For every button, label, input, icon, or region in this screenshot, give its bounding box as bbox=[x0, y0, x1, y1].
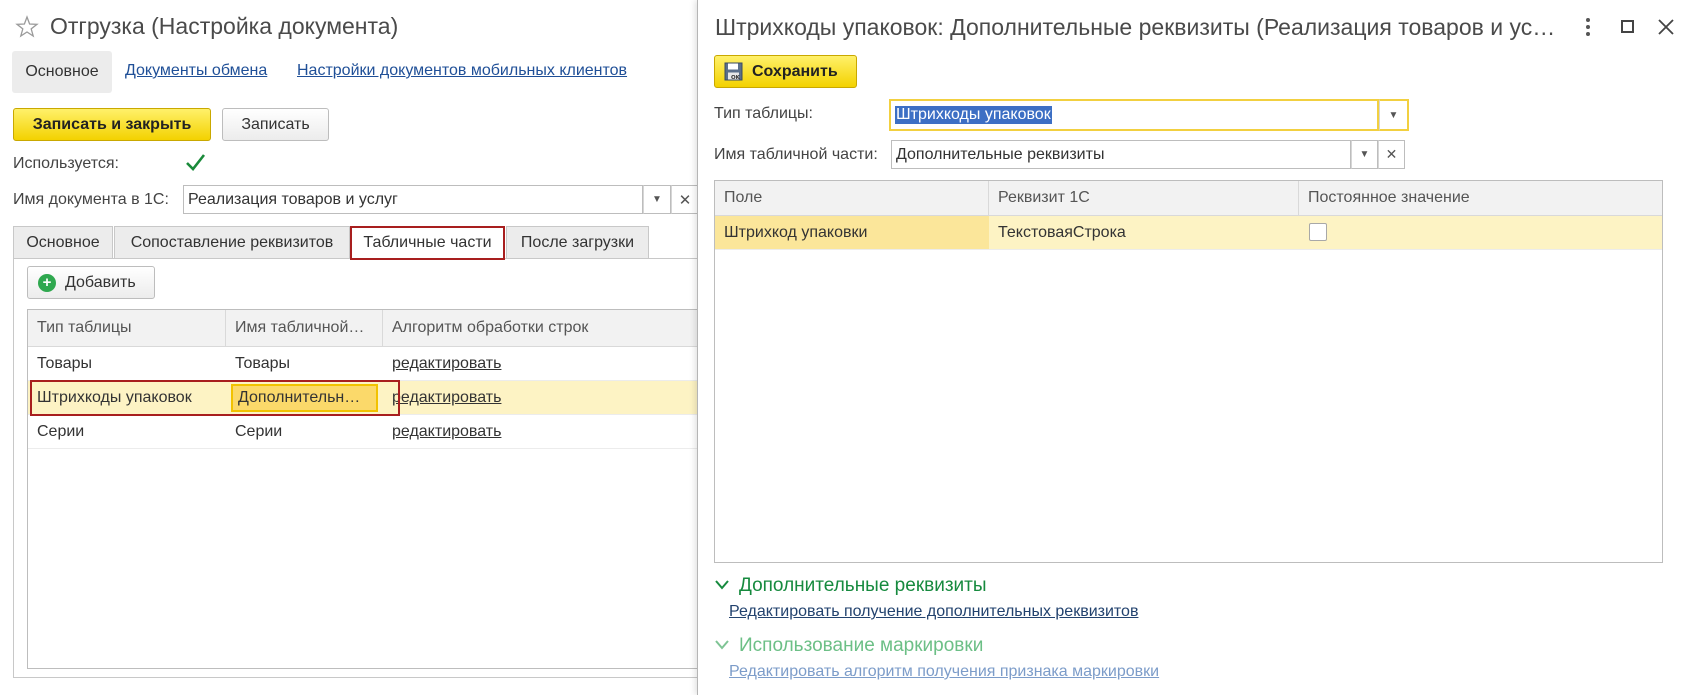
save-button[interactable]: Записать bbox=[222, 108, 329, 141]
edit-link[interactable]: редактировать bbox=[383, 381, 583, 414]
table-row[interactable]: Серии Серии редактировать bbox=[28, 415, 700, 449]
table-type-label: Тип таблицы: bbox=[714, 105, 813, 122]
grid-header: Тип таблицы Имя табличной… Алгоритм обра… bbox=[28, 310, 700, 347]
part-name-dropdown[interactable]: ▼ bbox=[1351, 140, 1378, 169]
edit-link[interactable]: редактировать bbox=[383, 347, 583, 380]
save-close-button[interactable]: Записать и закрыть bbox=[13, 108, 211, 141]
constant-checkbox[interactable] bbox=[1309, 223, 1327, 241]
star-icon[interactable] bbox=[15, 15, 39, 39]
col-constant[interactable]: Постоянное значение bbox=[1299, 181, 1662, 215]
add-button-label: Добавить bbox=[65, 273, 136, 291]
section-additional-title[interactable]: Дополнительные реквизиты bbox=[739, 575, 987, 597]
table-type-dropdown[interactable]: ▼ bbox=[1379, 99, 1409, 131]
chevron-down-icon[interactable] bbox=[715, 580, 729, 590]
fields-grid[interactable]: Поле Реквизит 1С Постоянное значение Штр… bbox=[714, 180, 1663, 563]
table-row[interactable]: Товары Товары редактировать bbox=[28, 347, 700, 381]
used-checkbox[interactable] bbox=[184, 152, 206, 172]
row-highlight bbox=[30, 380, 400, 416]
cell-name: Товары bbox=[235, 354, 291, 372]
part-name-input[interactable]: Дополнительные реквизиты bbox=[891, 140, 1351, 169]
chevron-down-icon: ▼ bbox=[1359, 149, 1370, 160]
col-table-type[interactable]: Тип таблицы bbox=[28, 310, 226, 346]
cell-name: Серии bbox=[235, 422, 283, 440]
chevron-down-icon: ▼ bbox=[652, 194, 662, 205]
left-form: Отгрузка (Настройка документа) Основное … bbox=[0, 0, 700, 695]
chevron-down-icon: ▼ bbox=[1388, 109, 1399, 121]
edit-additional-link[interactable]: Редактировать получение дополнительных р… bbox=[729, 603, 1138, 621]
nav-exchange-docs[interactable]: Документы обмена bbox=[125, 62, 267, 80]
close-icon: ✕ bbox=[1385, 146, 1398, 162]
tab-main[interactable]: Основное bbox=[13, 226, 113, 258]
col-part-name[interactable]: Имя табличной… bbox=[226, 310, 383, 346]
doc-name-label: Имя документа в 1С: bbox=[13, 191, 169, 208]
nav-mobile-settings[interactable]: Настройки документов мобильных клиентов bbox=[297, 62, 627, 80]
plus-icon: + bbox=[38, 273, 56, 292]
table-row[interactable]: Штрихкод упаковки ТекстоваяСтрока bbox=[715, 216, 1662, 250]
add-button[interactable]: + Добавить bbox=[27, 266, 155, 299]
col-field[interactable]: Поле bbox=[715, 181, 989, 215]
part-name-clear[interactable]: ✕ bbox=[1378, 140, 1405, 169]
doc-name-dropdown[interactable]: ▼ bbox=[643, 185, 671, 214]
more-icon[interactable] bbox=[1585, 18, 1591, 36]
grid-header: Поле Реквизит 1С Постоянное значение bbox=[715, 181, 1662, 216]
used-label: Используется: bbox=[13, 155, 119, 172]
cell-field: Штрихкод упаковки bbox=[715, 216, 989, 249]
table-parts-grid[interactable]: Тип таблицы Имя табличной… Алгоритм обра… bbox=[27, 309, 700, 669]
doc-name-input[interactable]: Реализация товаров и услуг bbox=[183, 185, 643, 214]
dialog: Штрихкоды упаковок: Дополнительные рекви… bbox=[697, 0, 1688, 695]
tab-table-parts[interactable]: Табличные части bbox=[350, 226, 505, 260]
table-type-selected-text: Штрихкоды упаковок bbox=[895, 106, 1052, 124]
edit-marking-link[interactable]: Редактировать алгоритм получения признак… bbox=[729, 663, 1159, 681]
cell-attribute: ТекстоваяСтрока bbox=[998, 223, 1126, 241]
form-title: Отгрузка (Настройка документа) bbox=[50, 13, 399, 39]
floppy-disk-icon: OK bbox=[724, 62, 743, 81]
cell-type: Товары bbox=[37, 354, 93, 372]
svg-text:OK: OK bbox=[731, 75, 741, 81]
close-icon[interactable] bbox=[1658, 19, 1674, 35]
doc-name-clear[interactable]: ✕ bbox=[671, 185, 699, 214]
tab-mapping[interactable]: Сопоставление реквизитов bbox=[114, 226, 350, 258]
table-type-input[interactable]: Штрихкоды упаковок bbox=[889, 99, 1379, 131]
dialog-save-label: Сохранить bbox=[752, 62, 838, 80]
nav-main[interactable]: Основное bbox=[12, 51, 112, 93]
tab-after-load[interactable]: После загрузки bbox=[506, 226, 649, 258]
close-icon: ✕ bbox=[678, 191, 692, 209]
col-attribute[interactable]: Реквизит 1С bbox=[989, 181, 1299, 215]
section-marking-title[interactable]: Использование маркировки bbox=[739, 635, 983, 657]
part-name-label: Имя табличной части: bbox=[714, 146, 878, 163]
chevron-down-icon[interactable] bbox=[715, 640, 729, 650]
dialog-title: Штрихкоды упаковок: Дополнительные рекви… bbox=[715, 14, 1555, 40]
dialog-save-button[interactable]: OK Сохранить bbox=[714, 55, 857, 88]
col-algorithm[interactable]: Алгоритм обработки строк bbox=[383, 310, 700, 346]
checkmark-icon bbox=[186, 154, 206, 171]
maximize-icon[interactable] bbox=[1621, 20, 1634, 33]
edit-link[interactable]: редактировать bbox=[383, 415, 583, 448]
cell-type: Серии bbox=[37, 422, 85, 440]
